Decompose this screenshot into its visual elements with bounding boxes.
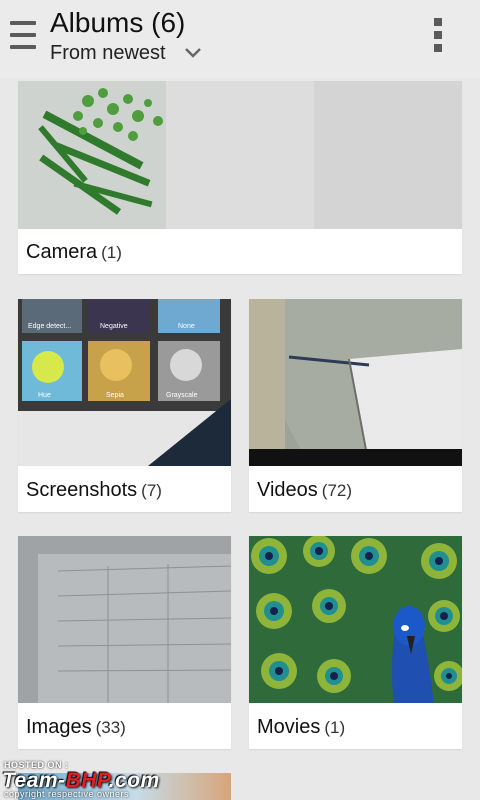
filter-label-edge: Edge detect... [28,323,71,330]
watermark-copyright: copyright respective owners [4,789,130,799]
album-name: Movies [257,716,321,738]
album-card-movies[interactable]: Movies (1) [249,536,462,749]
sort-dropdown[interactable]: From newest [50,40,202,66]
album-card-videos[interactable]: Videos (72) [249,299,462,512]
filter-label-none: None [178,323,195,330]
album-count: (7) [141,481,162,500]
filter-label-grayscale: Grayscale [166,392,198,399]
filter-label-sepia: Sepia [106,392,124,399]
album-name: Videos [257,479,318,501]
album-name: Camera [26,241,98,263]
filter-label-negative: Negative [100,323,128,330]
album-count: (1) [324,718,346,737]
watermark: HOSTED ON : Team-BHP.com copyright respe… [0,760,200,800]
album-name: Images [26,716,92,738]
action-bar: Albums (6) From newest [0,0,480,78]
filter-label-hue: Hue [38,392,51,399]
drawer-menu-icon[interactable] [10,21,36,51]
album-card-images[interactable]: Images (33) [18,536,231,749]
album-caption: Movies (1) [257,716,345,739]
album-caption: Images (33) [26,716,126,739]
page-title: Albums (6) [50,7,186,38]
album-thumbnail [249,536,462,703]
album-caption: Videos (72) [257,479,352,502]
album-count: (72) [321,481,353,500]
album-name: Screenshots [26,479,138,501]
album-thumbnail [18,536,231,703]
album-thumbnail [18,81,462,229]
album-card-camera[interactable]: Camera (1) [18,81,462,274]
sort-label: From newest [50,42,166,64]
album-thumbnail: Edge detect... Negative None Hue Sepia G… [18,299,231,466]
album-count: (1) [101,243,122,262]
chevron-down-icon [184,48,201,58]
album-thumbnail [249,299,462,466]
album-caption: Camera (1) [26,241,122,264]
album-caption: Screenshots (7) [26,479,162,502]
album-card-screenshots[interactable]: Edge detect... Negative None Hue Sepia G… [18,299,231,512]
overflow-menu-icon[interactable] [430,18,446,54]
album-count: (33) [95,718,126,737]
